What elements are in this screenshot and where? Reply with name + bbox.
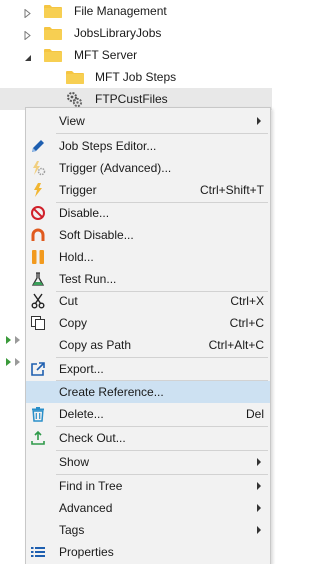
submenu-arrow-icon: [257, 526, 261, 534]
menu-item-label: Advanced: [59, 501, 113, 515]
menu-item-label: Hold...: [59, 250, 94, 264]
trash-icon: [29, 405, 47, 423]
expand-arrow-icon[interactable]: [15, 336, 20, 344]
menu-item-hold[interactable]: Hold...: [26, 246, 270, 268]
properties-icon: [29, 543, 47, 561]
folder-icon: [44, 27, 62, 40]
menu-item-label: Job Steps Editor...: [59, 139, 157, 153]
menu-item-label: Create Reference...: [59, 385, 164, 399]
menu-item-copy[interactable]: Copy Ctrl+C: [26, 312, 270, 334]
folder-icon: [66, 71, 84, 84]
menu-item-trigger-advanced[interactable]: Trigger (Advanced)...: [26, 157, 270, 179]
scissors-icon: [29, 292, 47, 310]
menu-item-job-steps-editor[interactable]: Job Steps Editor...: [26, 135, 270, 157]
tree-item-mft-server[interactable]: MFT Server: [0, 44, 272, 66]
flask-icon: [29, 270, 47, 288]
tree-item-mft-job-steps[interactable]: MFT Job Steps: [0, 66, 272, 88]
submenu-arrow-icon: [257, 117, 261, 125]
menu-item-label: Trigger: [59, 183, 97, 197]
pencil-icon: [29, 137, 47, 155]
tree-item-jobslibraryjobs[interactable]: JobsLibraryJobs: [0, 22, 272, 44]
expand-arrow-icon[interactable]: [15, 358, 20, 366]
horseshoe-icon: [29, 226, 47, 244]
tree-item-label: MFT Server: [74, 48, 138, 62]
menu-item-label: Test Run...: [59, 272, 117, 286]
menu-item-soft-disable[interactable]: Soft Disable...: [26, 224, 270, 246]
folder-icon: [44, 5, 62, 18]
tree-item-file-management[interactable]: File Management: [0, 0, 272, 22]
folder-icon: [44, 49, 62, 62]
submenu-arrow-icon: [257, 504, 261, 512]
menu-item-disable[interactable]: Disable...: [26, 202, 270, 224]
menu-item-delete[interactable]: Delete... Del: [26, 403, 270, 425]
menu-item-label: Delete...: [59, 407, 104, 421]
menu-item-label: Export...: [59, 362, 104, 376]
menu-item-label: Cut: [59, 294, 78, 308]
menu-item-label: Trigger (Advanced)...: [59, 161, 172, 175]
menu-item-shortcut: Ctrl+Shift+T: [199, 183, 264, 197]
menu-item-cut[interactable]: Cut Ctrl+X: [26, 290, 270, 312]
tree-item-label: MFT Job Steps: [95, 70, 177, 84]
run-indicator-icon: [6, 358, 11, 366]
tree-item-label: File Management: [74, 4, 167, 18]
menu-item-trigger[interactable]: Trigger Ctrl+Shift+T: [26, 179, 270, 201]
collapse-arrow-icon[interactable]: [24, 51, 34, 61]
menu-item-view[interactable]: View: [26, 110, 270, 132]
menu-item-label: View: [59, 114, 85, 128]
menu-item-test-run[interactable]: Test Run...: [26, 268, 270, 290]
copy-icon: [29, 314, 47, 332]
submenu-arrow-icon: [257, 458, 261, 466]
menu-item-label: Copy as Path: [59, 338, 132, 352]
menu-item-advanced[interactable]: Advanced: [26, 497, 270, 519]
expand-arrow-icon[interactable]: [24, 7, 34, 19]
menu-item-create-reference[interactable]: Create Reference...: [26, 381, 270, 403]
pause-icon: [29, 248, 47, 266]
lightning-icon: [29, 181, 47, 199]
tree-item-label: FTPCustFiles: [95, 92, 168, 106]
menu-item-label: Properties: [59, 545, 114, 559]
menu-item-label: Copy: [59, 316, 88, 330]
context-menu: View Job Steps Editor... Trigger (Advanc…: [25, 107, 271, 564]
menu-separator: [56, 133, 268, 134]
menu-item-shortcut: Del: [245, 407, 264, 421]
menu-item-copy-as-path[interactable]: Copy as Path Ctrl+Alt+C: [26, 334, 270, 356]
export-icon: [29, 360, 47, 378]
menu-item-label: Disable...: [59, 206, 110, 220]
menu-item-label: Check Out...: [59, 431, 126, 445]
menu-item-check-out[interactable]: Check Out...: [26, 427, 270, 449]
expand-arrow-icon[interactable]: [24, 29, 34, 41]
menu-item-label: Soft Disable...: [59, 228, 134, 242]
checkout-icon: [29, 429, 47, 447]
menu-item-export[interactable]: Export...: [26, 358, 270, 380]
submenu-arrow-icon: [257, 482, 261, 490]
no-entry-icon: [29, 204, 47, 222]
menu-item-shortcut: Ctrl+X: [230, 294, 264, 308]
menu-item-shortcut: Ctrl+C: [229, 316, 264, 330]
menu-item-tags[interactable]: Tags: [26, 519, 270, 541]
menu-item-properties[interactable]: Properties: [26, 541, 270, 563]
menu-item-label: Tags: [59, 523, 85, 537]
menu-item-shortcut: Ctrl+Alt+C: [208, 338, 264, 352]
menu-item-label: Find in Tree: [59, 479, 123, 493]
menu-item-find-in-tree[interactable]: Find in Tree: [26, 475, 270, 497]
tree-item-label: JobsLibraryJobs: [74, 26, 162, 40]
menu-item-show[interactable]: Show: [26, 451, 270, 473]
job-gears-icon: [67, 92, 83, 108]
menu-item-label: Show: [59, 455, 90, 469]
run-indicator-icon: [6, 336, 11, 344]
lightning-gear-icon: [29, 159, 47, 177]
